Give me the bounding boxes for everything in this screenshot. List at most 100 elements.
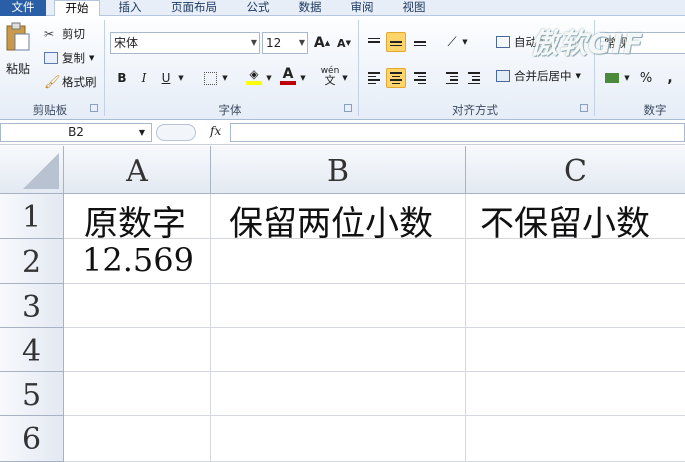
insert-function-button[interactable]: fx xyxy=(210,124,221,138)
ribbon: 粘贴 ✂ 剪切 复制 ▼ 🖌 格式刷 剪贴板 宋体 ▼ 12 ▼ A ▲ A ▼ B… xyxy=(0,16,685,120)
cell-c6[interactable] xyxy=(466,416,685,462)
row-header-4[interactable]: 4 xyxy=(0,328,64,372)
cell-b4[interactable] xyxy=(211,328,466,372)
tab-insert[interactable]: 插入 xyxy=(108,0,152,16)
shrink-font-button[interactable]: A ▼ xyxy=(334,33,354,53)
paste-label: 粘贴 xyxy=(5,62,30,76)
middle-align-button[interactable] xyxy=(386,32,406,52)
align-center-icon xyxy=(390,72,402,84)
tab-data[interactable]: 数据 xyxy=(290,0,330,16)
font-color-button[interactable]: A xyxy=(278,66,298,86)
underline-button[interactable]: U xyxy=(156,68,176,88)
font-color-swatch xyxy=(280,81,296,85)
row-header-1[interactable]: 1 xyxy=(0,194,64,239)
format-painter-button[interactable]: 🖌 格式刷 xyxy=(44,74,97,90)
border-icon xyxy=(203,71,217,85)
cell-b1[interactable]: 保留两位小数 xyxy=(211,194,466,239)
decrease-indent-button[interactable] xyxy=(442,68,462,88)
cell-a5[interactable] xyxy=(64,372,211,416)
tab-view[interactable]: 视图 xyxy=(394,0,434,16)
cell-c4[interactable] xyxy=(466,328,685,372)
chevron-down-icon: ▼ xyxy=(575,72,581,80)
grow-font-button[interactable]: A ▲ xyxy=(312,33,332,53)
worksheet-grid: A B C 1 2 3 4 5 6 原数字 保留两位小数 不保留小数 12.56… xyxy=(0,146,685,462)
percent-button[interactable]: % xyxy=(636,68,656,88)
name-box[interactable]: B2 ▼ xyxy=(0,123,152,142)
cell-a2[interactable]: 12.569 xyxy=(64,239,211,284)
cell-c3[interactable] xyxy=(466,284,685,328)
chevron-down-icon[interactable]: ▼ xyxy=(220,68,230,88)
number-group-label: 数字 xyxy=(643,103,667,117)
cell-b2[interactable] xyxy=(211,239,466,284)
fill-color-button[interactable]: ◈ xyxy=(244,66,264,86)
row-header-6[interactable]: 6 xyxy=(0,416,64,462)
bottom-align-button[interactable] xyxy=(410,32,430,52)
phonetic-char-icon: 文 xyxy=(324,74,336,87)
copy-button[interactable]: 复制 ▼ xyxy=(44,50,94,66)
cell-a1[interactable]: 原数字 xyxy=(64,194,211,239)
cell-c2[interactable] xyxy=(466,239,685,284)
increase-indent-button[interactable] xyxy=(464,68,484,88)
cell-a4[interactable] xyxy=(64,328,211,372)
phonetic-button[interactable]: wén 文 xyxy=(320,66,340,87)
scissors-icon: ✂ xyxy=(44,27,55,41)
cell-a3[interactable] xyxy=(64,284,211,328)
chevron-down-icon[interactable]: ▼ xyxy=(340,68,350,88)
comma-button[interactable]: , xyxy=(660,68,680,88)
top-align-button[interactable] xyxy=(364,32,384,52)
align-left-button[interactable] xyxy=(364,68,384,88)
merge-icon xyxy=(496,70,510,82)
row-header-2[interactable]: 2 xyxy=(0,239,64,284)
cell-c1[interactable]: 不保留小数 xyxy=(466,194,685,239)
chevron-down-icon[interactable]: ▼ xyxy=(264,68,274,88)
tab-file[interactable]: 文件 xyxy=(0,0,46,16)
cell-b6[interactable] xyxy=(211,416,466,462)
tab-review[interactable]: 审阅 xyxy=(342,0,382,16)
chevron-down-icon[interactable]: ▼ xyxy=(622,68,632,88)
tab-home[interactable]: 开始 xyxy=(54,0,100,17)
align-center-button[interactable] xyxy=(386,68,406,88)
cut-label: 剪切 xyxy=(62,27,85,41)
watermark: 傲软GIF xyxy=(530,27,644,60)
currency-icon xyxy=(605,73,619,83)
tab-formulas[interactable]: 公式 xyxy=(238,0,278,16)
text-orientation-icon: ⟋ xyxy=(447,34,457,50)
cell-c5[interactable] xyxy=(466,372,685,416)
increase-indent-icon xyxy=(468,72,480,84)
font-name-combo[interactable]: 宋体 ▼ xyxy=(110,32,260,54)
cell-a6[interactable] xyxy=(64,416,211,462)
chevron-down-icon[interactable]: ▼ xyxy=(298,68,308,88)
decrease-indent-icon xyxy=(446,72,458,84)
paste-button[interactable]: 粘贴 xyxy=(4,22,32,77)
select-all-button[interactable] xyxy=(0,146,64,194)
font-size-combo[interactable]: 12 ▼ xyxy=(262,32,308,54)
column-header-c[interactable]: C xyxy=(466,146,685,194)
align-right-button[interactable] xyxy=(410,68,430,88)
column-header-b[interactable]: B xyxy=(211,146,466,194)
merge-center-button[interactable]: 合并后居中 ▼ xyxy=(496,68,581,84)
paste-icon xyxy=(6,22,30,51)
cut-button[interactable]: ✂ 剪切 xyxy=(44,26,85,42)
column-header-a[interactable]: A xyxy=(64,146,211,194)
currency-button[interactable] xyxy=(602,68,622,88)
font-launcher[interactable] xyxy=(344,104,352,112)
clipboard-launcher[interactable] xyxy=(90,104,98,112)
chevron-down-icon[interactable]: ▼ xyxy=(176,68,186,88)
borders-button[interactable] xyxy=(200,68,220,88)
orientation-button[interactable]: ⟋ xyxy=(442,32,462,52)
copy-label: 复制 xyxy=(62,51,85,65)
font-size-value: 12 xyxy=(266,36,282,50)
row-header-3[interactable]: 3 xyxy=(0,284,64,328)
alignment-launcher[interactable] xyxy=(580,104,588,112)
chevron-down-icon[interactable]: ▼ xyxy=(460,32,470,52)
formula-input[interactable] xyxy=(230,123,685,142)
formula-bar: B2 ▼ fx xyxy=(0,121,685,145)
formula-bar-splitter[interactable] xyxy=(156,124,196,141)
italic-button[interactable]: I xyxy=(134,68,154,88)
tab-page-layout[interactable]: 页面布局 xyxy=(162,0,226,16)
cell-b3[interactable] xyxy=(211,284,466,328)
bold-button[interactable]: B xyxy=(112,68,132,88)
row-header-5[interactable]: 5 xyxy=(0,372,64,416)
cell-b1-text: 保留两位小数 xyxy=(229,204,433,239)
cell-b5[interactable] xyxy=(211,372,466,416)
